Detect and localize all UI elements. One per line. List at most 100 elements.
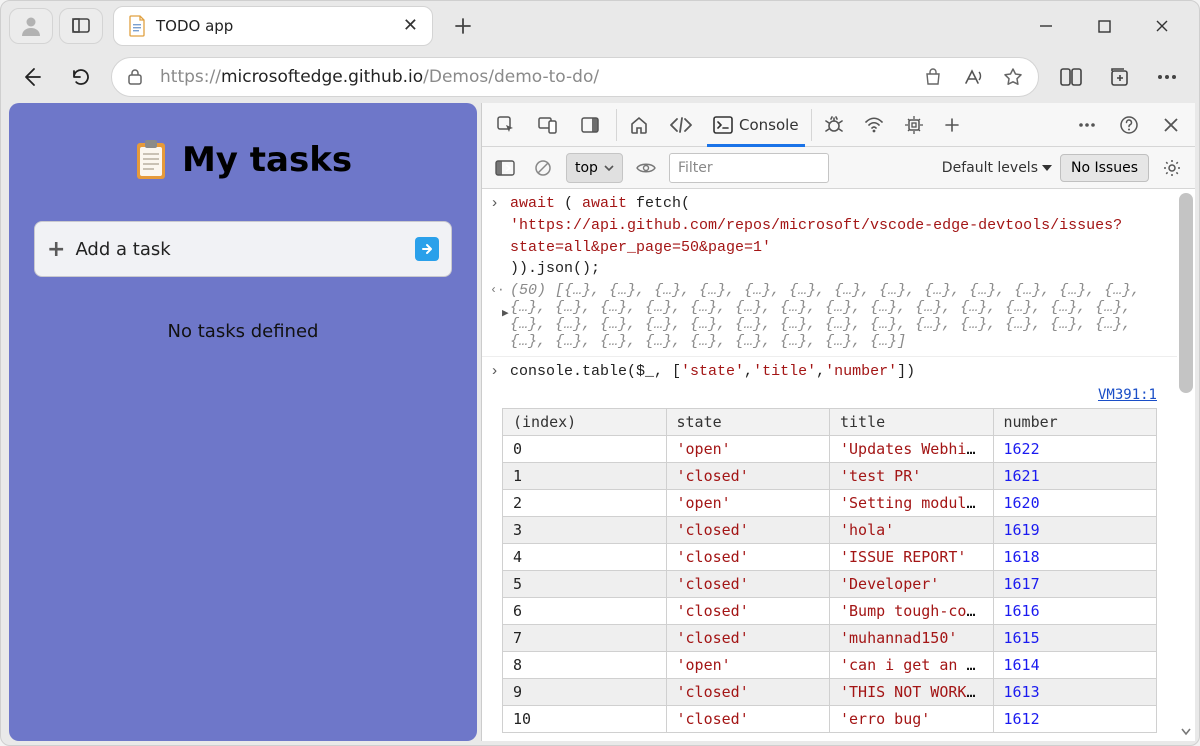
devtools-more-button[interactable] <box>1069 107 1105 143</box>
tab-welcome[interactable] <box>619 103 659 146</box>
cell-title: 'Updates Webhin… <box>830 435 994 462</box>
cell-state: 'open' <box>666 435 830 462</box>
table-row[interactable]: 8'open''can i get an a…1614 <box>503 651 1157 678</box>
browser-tab[interactable]: TODO app ✕ <box>113 6 433 46</box>
table-row[interactable]: 7'closed''muhannad150'1615 <box>503 624 1157 651</box>
devtools-close-button[interactable] <box>1153 107 1189 143</box>
devtools-panel: Console <box>481 103 1195 741</box>
table-row[interactable]: 1'closed''test PR'1621 <box>503 462 1157 489</box>
issues-button[interactable]: No Issues <box>1060 154 1149 182</box>
eye-icon <box>636 161 656 175</box>
settings-menu-button[interactable] <box>1149 59 1185 95</box>
cell-title: 'muhannad150' <box>830 624 994 651</box>
add-task-input[interactable]: + Add a task <box>34 221 452 277</box>
cell-title: 'Bump tough-coo… <box>830 597 994 624</box>
expand-triangle-icon[interactable]: ▶ <box>502 306 509 320</box>
table-row[interactable]: 10'closed''erro bug'1612 <box>503 705 1157 732</box>
add-task-placeholder: Add a task <box>75 239 170 260</box>
site-info-button[interactable] <box>124 68 146 86</box>
clear-console-button[interactable] <box>528 153 558 183</box>
window-minimize-button[interactable] <box>1031 11 1061 41</box>
table-row[interactable]: 2'open''Setting module…1620 <box>503 489 1157 516</box>
inspect-element-button[interactable] <box>488 107 524 143</box>
favorite-button[interactable] <box>1000 67 1026 87</box>
table-header-row: (index) state title number <box>503 408 1157 435</box>
close-icon <box>1155 19 1169 33</box>
tab-close-button[interactable]: ✕ <box>403 17 418 35</box>
col-index-header[interactable]: (index) <box>503 408 667 435</box>
table-row[interactable]: 5'closed''Developer'1617 <box>503 570 1157 597</box>
cell-state: 'closed' <box>666 516 830 543</box>
browser-window: TODO app ✕ <box>0 0 1200 746</box>
new-tab-button[interactable] <box>443 6 483 46</box>
split-screen-button[interactable] <box>1053 59 1089 95</box>
activity-bar-button[interactable] <box>572 107 608 143</box>
table-row[interactable]: 0'open''Updates Webhin…1622 <box>503 435 1157 462</box>
tab-network[interactable] <box>854 103 894 146</box>
code-token: await <box>510 195 555 212</box>
table-row[interactable]: 3'closed''hola'1619 <box>503 516 1157 543</box>
scrollbar-thumb[interactable] <box>1179 193 1193 393</box>
table-row[interactable]: 6'closed''Bump tough-coo…1616 <box>503 597 1157 624</box>
workspaces-button[interactable] <box>59 8 103 44</box>
shopping-button[interactable] <box>920 68 946 86</box>
cell-number: 1619 <box>993 516 1157 543</box>
scrollbar-down-button[interactable] <box>1179 725 1193 739</box>
col-state-header[interactable]: state <box>666 408 830 435</box>
console-input-line[interactable]: › console.table($_, ['state','title','nu… <box>482 356 1177 383</box>
cell-number: 1621 <box>993 462 1157 489</box>
col-number-header[interactable]: number <box>993 408 1157 435</box>
code-token: 'state' <box>681 363 744 380</box>
console-result-line[interactable]: ‹· ▶ (50) [{…}, {…}, {…}, {…}, {…}, {…},… <box>482 280 1177 354</box>
tab-elements[interactable] <box>659 103 703 146</box>
console-input-line[interactable]: › await ( await fetch( 'https://api.gith… <box>482 189 1177 280</box>
tab-sources[interactable] <box>814 103 854 146</box>
console-sidebar-toggle[interactable] <box>490 153 520 183</box>
device-toolbar-button[interactable] <box>530 107 566 143</box>
star-icon <box>1003 67 1023 87</box>
code-token: ]) <box>897 363 915 380</box>
devtools-help-button[interactable] <box>1111 107 1147 143</box>
workspaces-icon <box>72 17 90 35</box>
input-caret-icon: › <box>490 361 499 383</box>
table-row[interactable]: 9'closed''THIS NOT WORK …1613 <box>503 678 1157 705</box>
code-token: 'https://api.github.com/repos/microsoft/… <box>510 217 1122 256</box>
devices-icon <box>538 115 558 135</box>
vm-link-text[interactable]: VM391:1 <box>1098 387 1157 403</box>
table-row[interactable]: 4'closed''ISSUE REPORT'1618 <box>503 543 1157 570</box>
cell-title: 'hola' <box>830 516 994 543</box>
cell-number: 1612 <box>993 705 1157 732</box>
tab-performance[interactable] <box>894 103 934 146</box>
back-button[interactable] <box>11 57 51 97</box>
profile-button[interactable] <box>9 8 53 44</box>
window-close-button[interactable] <box>1147 11 1177 41</box>
filter-placeholder: Filter <box>678 160 713 176</box>
add-task-submit-button[interactable] <box>415 237 439 261</box>
read-aloud-icon <box>963 68 983 86</box>
tab-console[interactable]: Console <box>703 103 809 146</box>
cell-state: 'open' <box>666 651 830 678</box>
minimize-icon <box>1039 19 1053 33</box>
source-link[interactable]: VM391:1 <box>482 383 1177 406</box>
log-levels-selector[interactable]: Default levels <box>942 160 1052 176</box>
cpu-icon <box>904 115 924 135</box>
more-tabs-button[interactable] <box>934 103 970 146</box>
live-expression-button[interactable] <box>631 153 661 183</box>
triangle-down-icon <box>1042 165 1052 171</box>
arrow-right-icon <box>420 242 434 256</box>
cell-title: 'THIS NOT WORK … <box>830 678 994 705</box>
window-maximize-button[interactable] <box>1089 11 1119 41</box>
arrow-left-icon <box>20 66 42 88</box>
collections-button[interactable] <box>1101 59 1137 95</box>
code-token: , <box>816 363 825 380</box>
console-filter-input[interactable]: Filter <box>669 153 829 183</box>
context-selector[interactable]: top <box>566 153 623 183</box>
maximize-icon <box>1098 20 1111 33</box>
console-settings-button[interactable] <box>1157 153 1187 183</box>
col-title-header[interactable]: title <box>830 408 994 435</box>
read-aloud-button[interactable] <box>960 68 986 86</box>
refresh-button[interactable] <box>61 57 101 97</box>
page-title: My tasks <box>182 140 352 180</box>
address-bar[interactable]: https://microsoftedge.github.io/Demos/de… <box>111 57 1039 97</box>
clipboard-icon <box>134 139 168 181</box>
